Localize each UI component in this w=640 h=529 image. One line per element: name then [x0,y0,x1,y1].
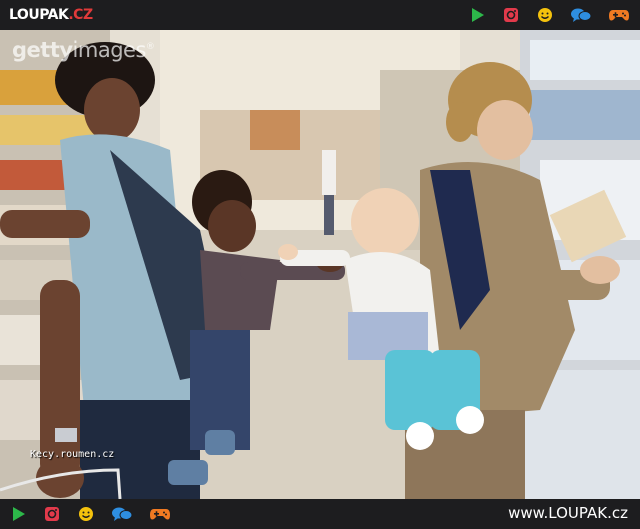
gamepad-icon[interactable] [149,505,171,523]
watermark-light: images [72,38,147,62]
site-link[interactable]: www.LOUPAK.cz [508,504,628,522]
watermark-mark: ® [145,42,155,52]
bottom-bar: www.LOUPAK.cz [0,499,640,529]
play-icon[interactable] [9,505,27,523]
gamepad-icon[interactable] [608,6,630,24]
getty-watermark: gettyimages® [12,38,155,62]
instagram-icon[interactable] [502,6,520,24]
bottom-icon-group [9,505,187,523]
play-icon[interactable] [468,6,486,24]
smiley-icon[interactable] [77,505,95,523]
logo-main: LOUPAK [9,7,69,23]
chat-icon[interactable] [111,505,133,523]
smiley-icon[interactable] [536,6,554,24]
main-photo[interactable]: gettyimages® Kecy.roumen.cz [0,30,640,499]
site-logo[interactable]: LOUPAK.CZ [9,5,93,25]
photo-illustration [0,30,640,499]
top-bar: LOUPAK.CZ [0,0,640,30]
watermark-bold: getty [12,38,73,62]
photo-credit: Kecy.roumen.cz [30,449,115,460]
logo-suffix: .CZ [68,7,93,23]
top-icon-group [452,6,630,24]
chat-icon[interactable] [570,6,592,24]
instagram-icon[interactable] [43,505,61,523]
